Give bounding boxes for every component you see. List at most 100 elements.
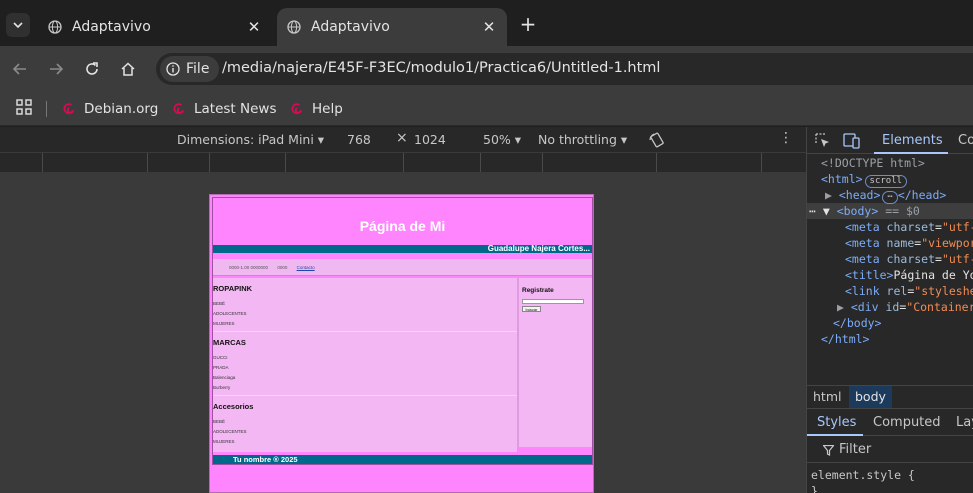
sidebar-heading: Registrate xyxy=(522,287,554,294)
styles-filter-input[interactable]: Filter xyxy=(807,437,973,463)
back-button[interactable] xyxy=(8,57,32,81)
devtools-panel: Elements Co <!DOCTYPE html> <html>scroll… xyxy=(806,127,973,493)
page-header: Página de Mi xyxy=(213,198,592,245)
tab-title: Adaptavivo xyxy=(311,19,390,35)
list-item: MUJERES xyxy=(213,321,235,326)
active-tab-underline xyxy=(874,152,948,154)
zoom-select[interactable]: 50% ▾ xyxy=(483,132,521,147)
page-container: Página de Mi Guadalupe Najera Cortes... … xyxy=(212,197,593,465)
nav-link-contacto[interactable]: Contacto xyxy=(297,265,315,270)
dom-node[interactable]: <!DOCTYPE html> xyxy=(807,155,973,171)
throttling-select[interactable]: No throttling ▾ xyxy=(538,132,627,147)
element-style-rule[interactable]: element.style { } xyxy=(811,467,915,493)
chevron-down-icon xyxy=(13,22,23,29)
rotate-icon[interactable] xyxy=(648,131,666,149)
list-item: BEBÉ xyxy=(213,419,226,424)
dimension-times-icon: × xyxy=(396,130,408,146)
forward-button[interactable] xyxy=(44,57,68,81)
new-tab-button[interactable]: + xyxy=(517,14,539,36)
bookmark-help[interactable]: Help xyxy=(290,96,343,122)
apps-grid-icon[interactable] xyxy=(16,99,32,115)
dom-node[interactable]: ▶ <div id="Container" xyxy=(807,299,973,315)
breadcrumb-body[interactable]: body xyxy=(849,386,892,408)
browser-toolbar: File /media/najera/E45F-F3EC/modulo1/Pra… xyxy=(0,46,973,92)
arrow-right-icon xyxy=(50,63,64,75)
arrow-left-icon xyxy=(12,63,26,75)
globe-icon xyxy=(287,20,301,34)
dom-node[interactable]: <meta charset="utf-8 xyxy=(807,251,973,267)
bookmark-debian[interactable]: Debian.org xyxy=(62,96,158,122)
section-marcas: MARCAS GUCCI PRADA Balenciaga Burberry xyxy=(213,332,517,396)
dom-node[interactable]: <meta charset="utf-8 xyxy=(807,219,973,235)
section-heading: ROPAPINK xyxy=(213,284,253,293)
page-main: ROPAPINK BEBÉ ADOLECENTES MUJERES MARCAS… xyxy=(213,278,517,452)
dom-node-selected[interactable]: ⋯ ▼ <body> == $0 xyxy=(807,203,973,219)
dom-tree: <!DOCTYPE html> <html> scroll ▶ <head> ⋯ </… xyxy=(807,155,973,347)
section-heading: MARCAS xyxy=(213,338,246,347)
bookmarks-bar: Debian.org Latest News Help xyxy=(0,92,973,126)
device-height-input[interactable]: 1024 xyxy=(414,132,446,147)
list-item: ADOLECENTES xyxy=(213,311,247,316)
scheme-label: File xyxy=(186,61,210,77)
dom-node[interactable]: ▶ <head> ⋯ </head> xyxy=(807,187,973,204)
search-button[interactable]: buscar xyxy=(522,306,541,312)
device-width-input[interactable]: 768 xyxy=(347,132,371,147)
dom-node[interactable]: <link rel="styleshee xyxy=(807,283,973,299)
globe-icon xyxy=(48,20,62,34)
tab-layout[interactable]: Lay xyxy=(956,415,973,430)
list-item: GUCCI xyxy=(213,355,228,360)
device-dimensions-select[interactable]: Dimensions: iPad Mini ▾ xyxy=(177,132,324,147)
section-accesorios: Accesorios BEBÉ ADOLECENTES MUJERES xyxy=(213,396,517,450)
tab-console[interactable]: Co xyxy=(958,133,973,148)
tab-styles[interactable]: Styles xyxy=(817,415,856,430)
tab-elements[interactable]: Elements xyxy=(882,133,943,148)
tab-computed[interactable]: Computed xyxy=(873,415,941,430)
filter-icon xyxy=(823,445,834,456)
url-text[interactable]: /media/najera/E45F-F3EC/modulo1/Practica… xyxy=(222,60,660,76)
inspect-element-icon[interactable] xyxy=(815,133,831,149)
site-info-chip[interactable]: File xyxy=(160,56,220,82)
tab-strip: Adaptavivo ✕ Adaptavivo ✕ + xyxy=(0,0,973,46)
styles-tab-underline xyxy=(807,434,863,436)
section-ropapink: ROPAPINK BEBÉ ADOLECENTES MUJERES xyxy=(213,278,517,332)
close-icon[interactable]: ✕ xyxy=(481,18,497,36)
search-input[interactable] xyxy=(522,299,584,304)
dom-node[interactable]: <html> scroll xyxy=(807,171,973,188)
styles-tabbar: Styles Computed Lay xyxy=(807,410,973,436)
browser-tab-active[interactable]: Adaptavivo ✕ xyxy=(277,8,507,46)
list-item: Burberry xyxy=(213,385,231,390)
tab-search-button[interactable] xyxy=(6,13,30,37)
bookmark-latest-news[interactable]: Latest News xyxy=(172,96,277,122)
reload-icon xyxy=(86,62,98,75)
list-item: PRADA xyxy=(213,365,229,370)
section-heading: Accesorios xyxy=(213,402,254,411)
list-item: BEBÉ xyxy=(213,301,226,306)
close-icon[interactable]: ✕ xyxy=(246,18,262,36)
home-button[interactable] xyxy=(116,57,140,81)
address-bar[interactable]: File /media/najera/E45F-F3EC/modulo1/Pra… xyxy=(156,53,973,85)
device-toggle-icon[interactable] xyxy=(843,133,861,149)
debian-swirl-icon xyxy=(291,103,302,115)
device-toolbar: Dimensions: iPad Mini ▾ 768 × 1024 50% ▾… xyxy=(0,127,806,153)
dom-node[interactable]: </body> xyxy=(807,315,973,331)
tab-title: Adaptavivo xyxy=(72,19,151,35)
bookmarks-separator xyxy=(46,101,47,117)
devtools-tabbar: Elements Co xyxy=(807,127,973,154)
debian-swirl-icon xyxy=(63,103,74,115)
dom-node[interactable]: <meta name="viewport xyxy=(807,235,973,251)
list-item: ADOLECENTES xyxy=(213,429,247,434)
dom-node[interactable]: </html> xyxy=(807,331,973,347)
page-subtitle-bar: Guadalupe Najera Cortes... xyxy=(213,245,592,253)
info-icon xyxy=(166,62,180,76)
page-sidebar: Registrate buscar xyxy=(518,278,592,452)
sidebar-bottom-strip xyxy=(518,447,592,455)
page-title: Página de Mi xyxy=(359,218,446,234)
more-options-icon[interactable]: ⋮ xyxy=(779,130,793,146)
breadcrumb-html[interactable]: html xyxy=(807,386,847,408)
debian-swirl-icon xyxy=(173,103,184,115)
media-query-ruler xyxy=(0,153,806,173)
reload-button[interactable] xyxy=(80,57,104,81)
dom-node[interactable]: <title>Página de Yo xyxy=(807,267,973,283)
browser-tab[interactable]: Adaptavivo ✕ xyxy=(38,8,272,46)
page-nav: 0000-1.00 0000000 0000 Contacto xyxy=(213,259,592,276)
